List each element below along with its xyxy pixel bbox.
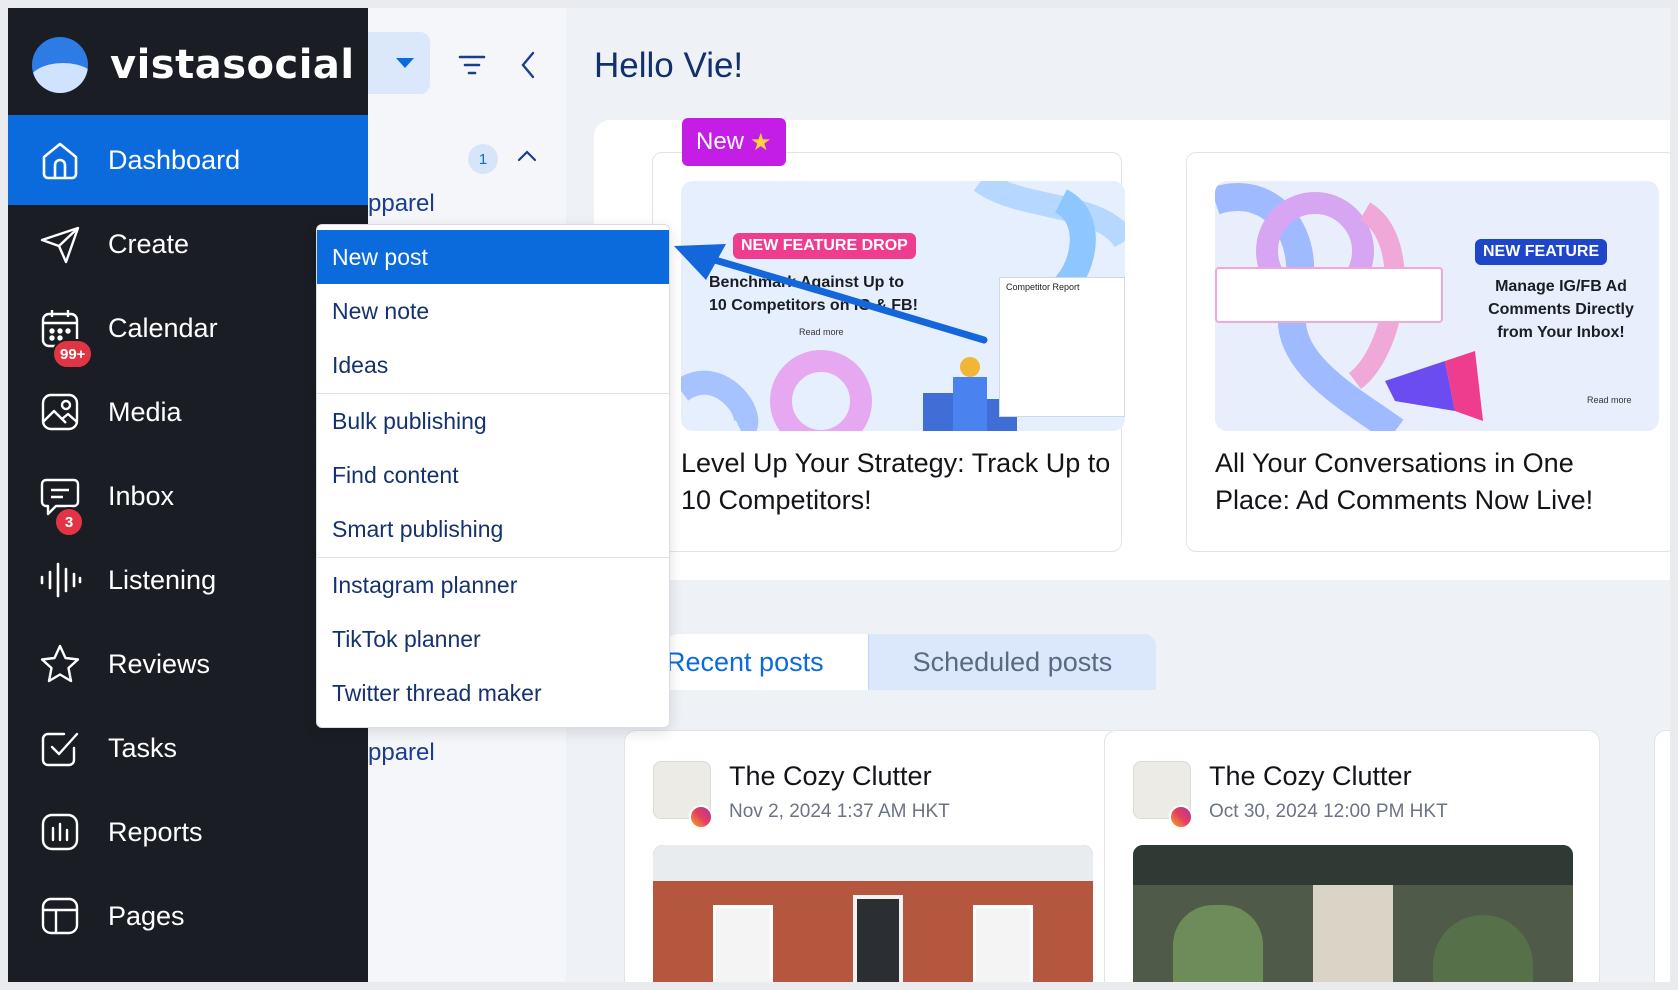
brand-name: vistasocial [110,42,355,88]
post-card[interactable]: The Cozy Clutter Oct 30, 2024 12:00 PM H… [1104,730,1600,982]
sidebar-item-calendar[interactable]: 99+ Calendar [8,283,368,373]
sidebar-item-label: Reports [108,816,203,847]
menu-item-ideas[interactable]: Ideas [317,338,669,392]
inbox-mock [1215,267,1443,323]
menu-item-new-post[interactable]: New post [317,230,669,284]
image-headline-line-1: Manage IG/FB Ad [1495,278,1627,295]
menu-item-bulk-publishing[interactable]: Bulk publishing [317,394,669,448]
profile-item[interactable]: pparel [368,190,435,218]
post-image [653,845,1093,982]
dashboard-main: Hello Vie! NEW FEATURE DROP Benchmark Ag… [566,8,1670,982]
post-date: Nov 2, 2024 1:37 AM HKT [729,801,950,822]
announcement-title[interactable]: All Your Conversations in One Place: Ad … [1215,445,1655,519]
sidebar-item-reviews[interactable]: Reviews [8,619,368,709]
post-author: The Cozy Clutter [729,761,932,791]
sidebar-item-pages[interactable]: Pages [8,871,368,961]
sidebar-item-label: Listening [108,564,217,595]
post-card[interactable]: The Cozy Clutter Nov 2, 2024 1:37 AM HKT [624,730,1120,982]
sidebar-item-reports[interactable]: Reports [8,787,368,877]
sidebar-item-label: Inbox [108,480,175,511]
sidebar-item-label: Calendar [108,312,218,343]
sidebar-item-label: Media [108,396,182,427]
announcement-card[interactable]: NEW FEATURE DROP Benchmark Against Up to… [652,152,1125,552]
image-read-more: Read more [1587,395,1632,405]
profile-group-select[interactable] [368,32,430,94]
sidebar-item-label: Tasks [108,732,178,763]
star-icon [40,644,80,683]
image-icon [41,393,79,431]
annotation-arrow-icon [674,244,988,344]
layout-icon [41,897,79,935]
announcement-card[interactable]: NEW FEATURE Manage IG/FB Ad Comments Dir… [1186,152,1670,552]
menu-item-instagram-planner[interactable]: Instagram planner [317,558,669,612]
calendar-badge: 99+ [52,339,94,369]
post-image [1133,845,1573,982]
tab-recent-posts[interactable]: Recent posts [666,634,868,690]
app-window: vistasocial Dashboard Create 99+ Calenda… [8,8,1670,982]
bar-chart-icon [41,813,79,851]
posts-tabs: Recent posts Scheduled posts [666,634,1157,690]
menu-item-tiktok-planner[interactable]: TikTok planner [317,612,669,666]
sidebar-item-inbox[interactable]: 3 Inbox [8,451,368,541]
post-author: The Cozy Clutter [1209,761,1412,791]
sidebar-item-media[interactable]: Media [8,367,368,457]
profile-item[interactable]: pparel [368,739,435,767]
collapse-chevron-left-icon[interactable] [518,50,538,80]
menu-item-twitter-thread-maker[interactable]: Twitter thread maker [317,666,669,720]
sidebar-item-label: Pages [108,900,185,931]
sidebar: vistasocial Dashboard Create 99+ Calenda… [8,8,368,982]
sidebar-item-listening[interactable]: Listening [8,535,368,625]
sidebar-item-create[interactable]: Create [8,199,368,289]
home-icon [42,142,78,180]
menu-item-find-content[interactable]: Find content [317,448,669,502]
star-icon: ★ [750,128,772,156]
sidebar-item-label: Dashboard [108,144,241,175]
caret-down-icon [396,58,414,68]
menu-item-smart-publishing[interactable]: Smart publishing [317,502,669,556]
menu-item-new-note[interactable]: New note [317,284,669,338]
tab-scheduled-posts[interactable]: Scheduled posts [867,634,1157,690]
image-headline-line-3: from Your Inbox! [1497,324,1625,341]
chevron-up-icon[interactable] [516,148,538,162]
group-count-badge: 1 [468,144,498,174]
image-headline-line-2: Comments Directly [1488,301,1634,318]
sidebar-item-label: Reviews [108,648,211,679]
competitor-report-title: Competitor Report [1006,282,1080,292]
announcement-image: NEW FEATURE Manage IG/FB Ad Comments Dir… [1215,181,1659,431]
sound-wave-icon [40,562,82,598]
new-badge: New ★ [682,118,786,166]
instagram-icon [1169,805,1193,829]
checkbox-icon [41,732,79,767]
competitor-report-mock: Competitor Report [999,277,1125,417]
post-card-partial [1654,730,1670,982]
announcement-title[interactable]: Level Up Your Strategy: Track Up to 10 C… [681,445,1121,519]
create-menu: New post New note Ideas Bulk publishing … [316,224,670,728]
new-badge-label: New [696,128,745,155]
sidebar-item-dashboard[interactable]: Dashboard [8,115,368,205]
logo[interactable]: vistasocial [32,30,355,100]
vistasocial-logo-icon [32,37,88,93]
paper-plane-icon [40,226,80,264]
filter-icon[interactable] [458,54,486,76]
sidebar-item-label: Create [108,228,190,259]
greeting-title: Hello Vie! [594,46,744,85]
inbox-badge: 3 [54,507,84,537]
instagram-icon [689,805,713,829]
sidebar-item-tasks[interactable]: Tasks [8,703,368,793]
feature-pill: NEW FEATURE [1475,239,1608,265]
post-date: Oct 30, 2024 12:00 PM HKT [1209,801,1448,822]
